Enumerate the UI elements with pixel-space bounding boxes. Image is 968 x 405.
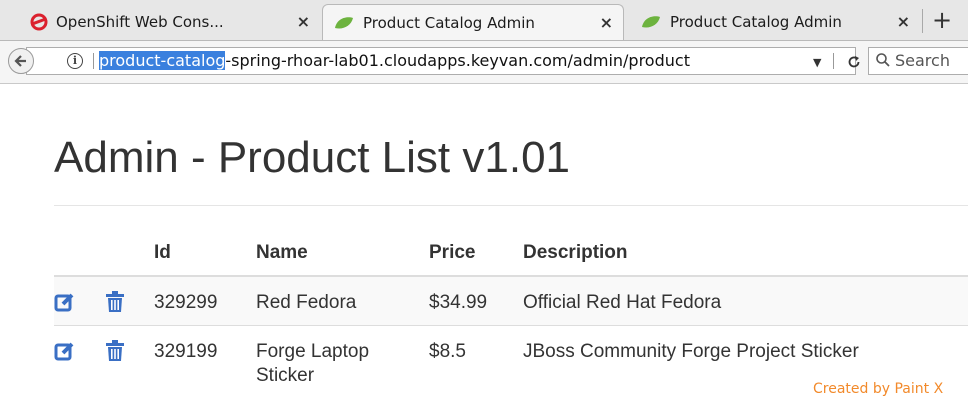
trash-icon[interactable] <box>104 340 126 362</box>
reload-icon[interactable] <box>847 55 861 69</box>
close-icon[interactable]: × <box>600 13 613 32</box>
tab-title: Product Catalog Admin <box>363 13 535 32</box>
tab-product-catalog-admin[interactable]: Product Catalog Admin × <box>630 4 920 40</box>
url-remainder-text: -spring-rhoar-lab01.cloudapps.keyvan.com… <box>225 51 690 70</box>
page-title: Admin - Product List v1.01 <box>54 133 571 182</box>
cell-description: JBoss Community Forge Project Sticker <box>523 341 859 362</box>
close-icon[interactable]: × <box>297 12 310 31</box>
watermark: Created by Paint X <box>813 381 944 397</box>
divider <box>54 205 968 206</box>
edit-cell <box>54 325 104 398</box>
tab-product-catalog-admin-active[interactable]: Product Catalog Admin × <box>322 4 624 40</box>
edit-cell <box>54 275 104 326</box>
divider <box>93 53 94 69</box>
tab-separator <box>922 9 923 33</box>
cell-id: 329199 <box>154 341 218 362</box>
back-button[interactable] <box>8 48 34 74</box>
cell-id: 329299 <box>154 292 218 313</box>
cell-description: Official Red Hat Fedora <box>523 292 722 313</box>
info-icon[interactable]: i <box>67 53 83 69</box>
cell-name: Forge Laptop Sticker <box>256 341 370 386</box>
delete-cell <box>104 325 154 398</box>
divider <box>833 53 834 69</box>
cell-price: $34.99 <box>429 292 488 313</box>
url-selected-text: product-catalog <box>99 51 226 70</box>
table-row: 329299 Red Fedora $34.99 Official Red Ha… <box>54 275 968 326</box>
header-name: Name <box>256 231 429 277</box>
tab-title: Product Catalog Admin <box>670 13 842 31</box>
url-bar[interactable]: i product-catalog-spring-rhoar-lab01.clo… <box>26 47 860 75</box>
close-icon[interactable]: × <box>897 12 910 31</box>
header-price: Price <box>429 231 523 277</box>
spring-leaf-icon <box>335 16 353 29</box>
openshift-icon <box>30 13 48 31</box>
tab-strip: OpenShift Web Cons... × Product Catalog … <box>0 0 968 40</box>
nav-bar: i product-catalog-spring-rhoar-lab01.clo… <box>0 40 968 84</box>
search-input[interactable]: Search <box>868 47 968 75</box>
chevron-down-icon[interactable]: ▼ <box>813 56 821 69</box>
edit-icon[interactable] <box>54 340 76 362</box>
delete-cell <box>104 275 154 326</box>
search-icon <box>876 53 890 67</box>
cell-price: $8.5 <box>429 341 466 362</box>
cell-name: Red Fedora <box>256 292 357 313</box>
url-text[interactable]: product-catalog-spring-rhoar-lab01.cloud… <box>99 51 690 70</box>
header-id: Id <box>154 231 256 277</box>
product-table: Id Name Price Description 329299 Red Fed… <box>54 231 968 398</box>
header-delete <box>104 231 154 277</box>
spring-leaf-icon <box>642 16 660 28</box>
trash-icon[interactable] <box>104 291 126 313</box>
tab-title: OpenShift Web Cons... <box>56 13 224 31</box>
header-edit <box>54 231 104 277</box>
new-tab-button[interactable]: + <box>932 6 952 34</box>
tab-openshift[interactable]: OpenShift Web Cons... × <box>20 4 320 40</box>
edit-icon[interactable] <box>54 291 76 313</box>
arrow-left-icon <box>14 55 26 67</box>
header-description: Description <box>523 231 968 277</box>
search-placeholder: Search <box>895 51 950 70</box>
table-header-row: Id Name Price Description <box>54 231 968 277</box>
